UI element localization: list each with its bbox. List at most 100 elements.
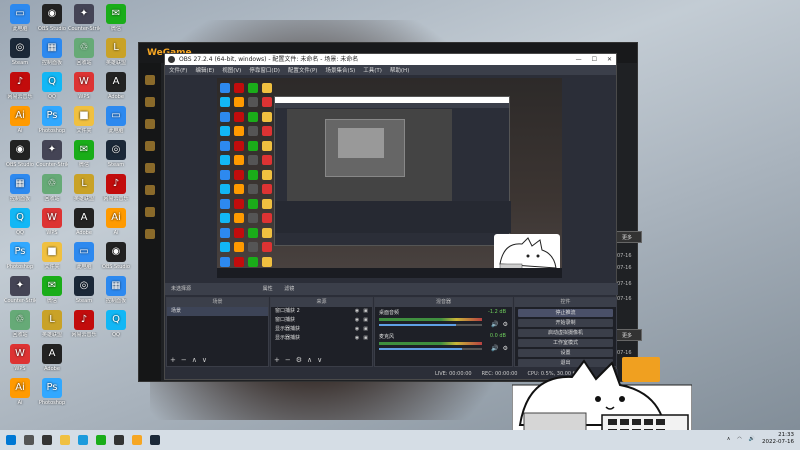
desktop-shortcut[interactable]: ♲ 回收站: [4, 310, 36, 338]
game-icon[interactable]: [145, 207, 155, 217]
desktop-shortcut[interactable]: ■ 文件夹: [36, 242, 68, 270]
desktop-shortcut[interactable]: A Adobe: [100, 72, 132, 100]
desktop-shortcut[interactable]: Q QQ: [36, 72, 68, 100]
close-icon[interactable]: ✕: [607, 54, 612, 65]
menu-tools[interactable]: 工具(T): [363, 66, 382, 74]
steam-icon[interactable]: [150, 435, 160, 445]
virtual-camera-button[interactable]: 启动虚拟摄像机: [518, 329, 613, 337]
stop-streaming-button[interactable]: 停止推流: [518, 309, 613, 317]
desktop-shortcut[interactable]: Ps Photoshop: [4, 242, 36, 270]
desktop-shortcut[interactable]: Ps Photoshop: [36, 378, 68, 406]
minimize-icon[interactable]: —: [576, 54, 582, 65]
game-icon[interactable]: [145, 97, 155, 107]
desktop-shortcut[interactable]: ♪ 网易云音乐: [68, 310, 100, 338]
desktop-shortcut[interactable]: Ai Ai: [4, 106, 36, 134]
desktop-shortcut[interactable]: Ps Photoshop: [36, 106, 68, 134]
source-item[interactable]: 显示器捕获 ◉ ▣: [271, 334, 372, 343]
desktop-shortcut[interactable]: Q QQ: [4, 208, 36, 236]
desktop-shortcut[interactable]: W WPS: [68, 72, 100, 100]
desktop-shortcut[interactable]: Ai Ai: [4, 378, 36, 406]
desktop-shortcut[interactable]: ◎ Steam: [4, 38, 36, 66]
desktop-shortcut[interactable]: L 英雄联盟: [36, 310, 68, 338]
start-icon[interactable]: [6, 435, 16, 445]
maximize-icon[interactable]: ☐: [592, 54, 597, 65]
gear-icon[interactable]: ⚙: [503, 321, 508, 328]
gear-icon[interactable]: ⚙: [296, 356, 302, 364]
desktop-shortcut[interactable]: W WPS: [4, 344, 36, 372]
source-item[interactable]: 窗口捕获 ◉ ▣: [271, 316, 372, 325]
menu-help[interactable]: 帮助(H): [390, 66, 409, 74]
desktop-shortcut[interactable]: Ai Ai: [100, 208, 132, 236]
volume-slider[interactable]: [379, 348, 483, 350]
volume-icon[interactable]: 🔊: [749, 436, 755, 442]
desktop-shortcut[interactable]: ✦ Counter-Strike: [68, 4, 100, 32]
add-icon[interactable]: +: [274, 356, 280, 364]
desktop-shortcut[interactable]: ◉ OBS Studio: [100, 242, 132, 270]
desktop-shortcut[interactable]: ♲ 回收站: [36, 174, 68, 202]
source-item[interactable]: 显示器捕获 ◉ ▣: [271, 325, 372, 334]
wifi-icon[interactable]: ◠: [737, 436, 741, 442]
desktop-shortcut[interactable]: ◎ Steam: [100, 140, 132, 168]
wechat-icon[interactable]: [96, 435, 106, 445]
game-icon[interactable]: [145, 229, 155, 239]
up-icon[interactable]: ∧: [307, 356, 312, 364]
obs-preview[interactable]: [217, 78, 562, 278]
desktop-shortcut[interactable]: ◉ OBS Studio: [36, 4, 68, 32]
menu-docks[interactable]: 停靠窗口(D): [249, 66, 280, 74]
desktop-shortcut[interactable]: ▭ 此电脑: [100, 106, 132, 134]
desktop-shortcut[interactable]: L 英雄联盟: [68, 174, 100, 202]
chevron-up-icon[interactable]: ∧: [727, 436, 731, 442]
speaker-icon[interactable]: 🔊: [491, 345, 498, 352]
clock[interactable]: 21:33 2022-07-16: [762, 432, 794, 446]
properties-button[interactable]: 属性: [263, 286, 273, 292]
game-icon[interactable]: [145, 185, 155, 195]
gear-icon[interactable]: ⚙: [503, 345, 508, 352]
desktop-shortcut[interactable]: L 英雄联盟: [100, 38, 132, 66]
game-icon[interactable]: [145, 75, 155, 85]
menu-edit[interactable]: 编辑(E): [195, 66, 214, 74]
up-icon[interactable]: ∧: [192, 356, 197, 364]
remove-icon[interactable]: −: [181, 356, 187, 364]
desktop-shortcut[interactable]: ♪ 网易云音乐: [4, 72, 36, 100]
desktop-shortcut[interactable]: ▦ 控制面板: [36, 38, 68, 66]
menu-profile[interactable]: 配置文件(P): [288, 66, 318, 74]
desktop-shortcut[interactable]: ✉ 微信: [36, 276, 68, 304]
task-view-icon[interactable]: [42, 435, 52, 445]
desktop-shortcut[interactable]: ▭ 此电脑: [68, 242, 100, 270]
desktop-shortcut[interactable]: ◉ OBS Studio: [4, 140, 36, 168]
menu-view[interactable]: 视图(V): [222, 66, 241, 74]
start-recording-button[interactable]: 开始录制: [518, 319, 613, 327]
scene-item[interactable]: 场景: [167, 307, 268, 316]
desktop-shortcut[interactable]: ✉ 微信: [100, 4, 132, 32]
desktop-shortcut[interactable]: A Adobe: [36, 344, 68, 372]
desktop-shortcut[interactable]: ♲ 回收站: [68, 38, 100, 66]
game-icon[interactable]: [145, 141, 155, 151]
desktop-shortcut[interactable]: ♪ 网易云音乐: [100, 174, 132, 202]
game-icon[interactable]: [145, 163, 155, 173]
game-icon[interactable]: [145, 119, 155, 129]
desktop-shortcut[interactable]: W WPS: [36, 208, 68, 236]
desktop-shortcut[interactable]: ✦ Counter-Strike: [36, 140, 68, 168]
folder-icon[interactable]: [60, 435, 70, 445]
desktop-shortcut[interactable]: ▦ 控制面板: [4, 174, 36, 202]
search-icon[interactable]: [24, 435, 34, 445]
studio-mode-button[interactable]: 工作室模式: [518, 339, 613, 347]
edge-icon[interactable]: [78, 435, 88, 445]
menu-scene-collection[interactable]: 场景集合(S): [325, 66, 355, 74]
desktop-shortcut[interactable]: Q QQ: [100, 310, 132, 338]
desktop-shortcut[interactable]: ▦ 控制面板: [100, 276, 132, 304]
desktop-shortcut[interactable]: A Adobe: [68, 208, 100, 236]
menu-file[interactable]: 文件(F): [169, 66, 187, 74]
desktop-shortcut[interactable]: ✦ Counter-Strike: [4, 276, 36, 304]
down-icon[interactable]: ∨: [317, 356, 322, 364]
down-icon[interactable]: ∨: [202, 356, 207, 364]
speaker-icon[interactable]: 🔊: [491, 321, 498, 328]
add-icon[interactable]: +: [170, 356, 176, 364]
filters-button[interactable]: 滤镜: [284, 286, 294, 292]
volume-slider[interactable]: [379, 324, 483, 326]
wegame-icon[interactable]: [132, 435, 142, 445]
desktop-shortcut[interactable]: ■ 文件夹: [68, 106, 100, 134]
desktop-shortcut[interactable]: ◎ Steam: [68, 276, 100, 304]
desktop-shortcut[interactable]: ▭ 此电脑: [4, 4, 36, 32]
source-item[interactable]: 窗口捕获 2 ◉ ▣: [271, 307, 372, 316]
